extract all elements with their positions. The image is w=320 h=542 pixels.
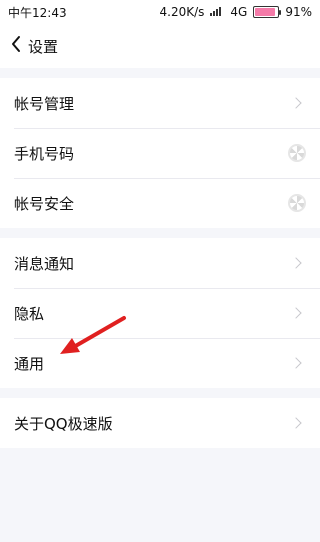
nav-bar: 设置 [0, 24, 320, 68]
group-preferences: 消息通知 隐私 通用 [0, 238, 320, 388]
status-time: 中午12:43 [8, 5, 67, 20]
setting-row-about[interactable]: 关于QQ极速版 [0, 398, 320, 448]
network-type: 4G [230, 5, 248, 19]
network-speed: 4.20K/s [159, 5, 205, 19]
setting-row-account-management[interactable]: 帐号管理 [0, 78, 320, 128]
back-chevron-icon[interactable] [10, 35, 22, 57]
setting-row-general[interactable]: 通用 [0, 338, 320, 388]
setting-label: 消息通知 [14, 254, 75, 273]
group-about: 关于QQ极速版 [0, 398, 320, 448]
battery-percent: 91% [285, 5, 312, 19]
status-bar: 中午12:43 4.20K/s 4G 91% [0, 0, 320, 24]
setting-row-notifications[interactable]: 消息通知 [0, 238, 320, 288]
status-right: 4.20K/s 4G 91% [160, 5, 313, 19]
setting-label: 帐号管理 [14, 94, 75, 113]
loading-spinner-icon [288, 194, 306, 212]
loading-spinner-icon [288, 144, 306, 162]
setting-row-phone-number[interactable]: 手机号码 [0, 128, 320, 178]
setting-row-privacy[interactable]: 隐私 [0, 288, 320, 338]
battery-fill [255, 8, 276, 16]
setting-label: 通用 [14, 354, 45, 373]
chevron-right-icon [290, 357, 302, 369]
battery-icon [253, 6, 282, 18]
chevron-right-icon [290, 257, 302, 269]
setting-label: 帐号安全 [14, 194, 75, 213]
setting-label: 手机号码 [14, 144, 75, 163]
page-title: 设置 [28, 37, 59, 56]
signal-icon [210, 5, 224, 19]
chevron-right-icon [290, 97, 302, 109]
setting-label: 隐私 [14, 304, 45, 323]
chevron-right-icon [290, 307, 302, 319]
chevron-right-icon [290, 417, 302, 429]
setting-row-account-security[interactable]: 帐号安全 [0, 178, 320, 228]
group-account: 帐号管理 手机号码 帐号安全 [0, 78, 320, 228]
setting-label: 关于QQ极速版 [14, 414, 113, 433]
red-arrow-icon [60, 316, 126, 354]
